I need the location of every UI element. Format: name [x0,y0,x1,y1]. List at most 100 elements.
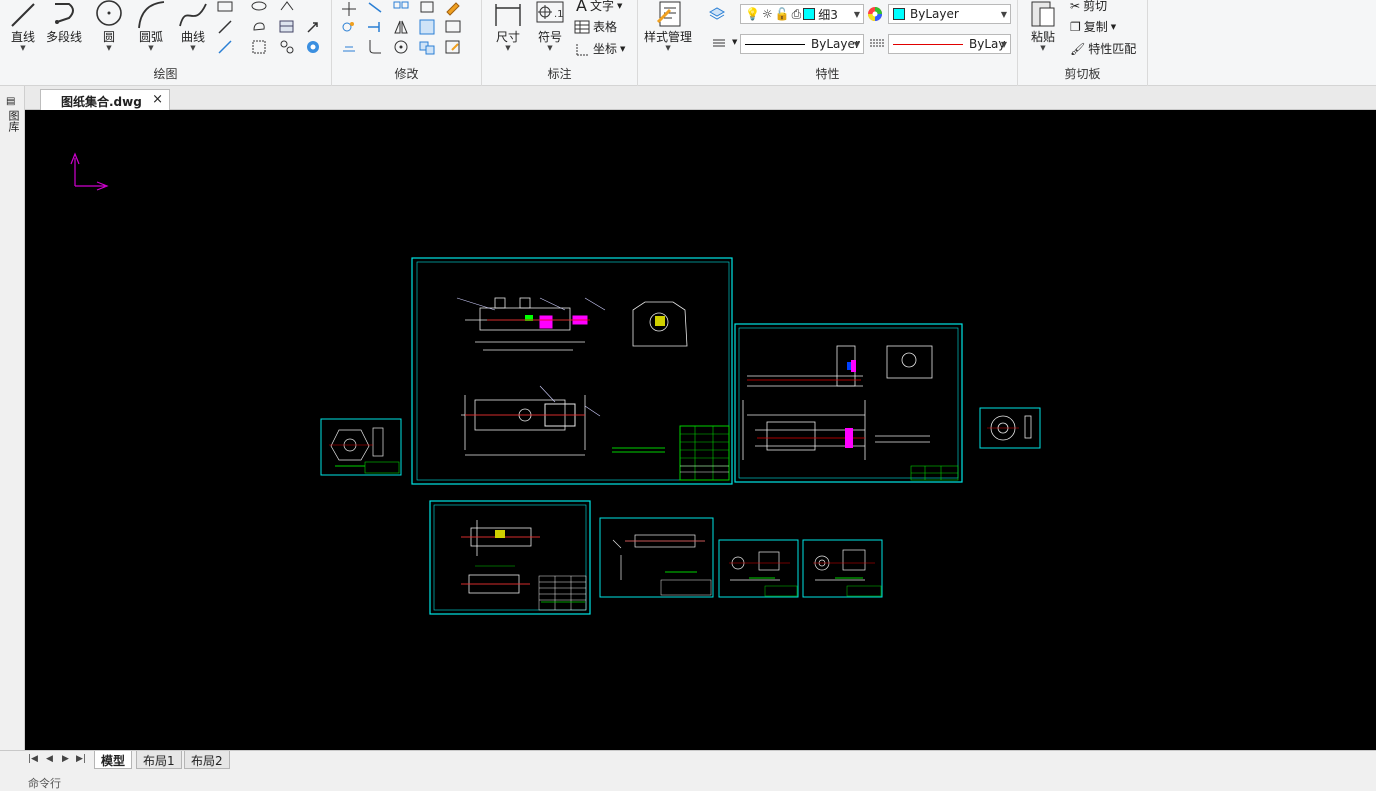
lineweight-sample [893,43,963,45]
coordinate-button[interactable]: 坐标 ▼ [574,40,625,57]
drawing-sheet-cap[interactable] [979,407,1041,449]
chevron-down-icon: ▼ [20,44,26,52]
edit-pencil-icon[interactable] [444,0,462,18]
rotate-icon[interactable] [392,38,410,56]
dimension-label: 尺寸 [495,30,520,44]
status-area: |◀ ◀ ▶ ▶| 模型 布局1 布局2 命令行 [0,750,1376,790]
match-properties-button[interactable]: 🖌 特性匹配 [1070,40,1136,57]
library-label[interactable]: 图库 [5,110,20,132]
array-icon[interactable] [392,0,410,18]
move-icon[interactable] [340,0,358,18]
circle-label: 圆 [102,30,115,44]
polyline-button[interactable]: 多段线 [46,0,82,44]
fillet-icon[interactable] [366,38,384,56]
first-tab-icon[interactable]: |◀ [28,754,38,764]
tab-layout1[interactable]: 布局1 [136,751,182,769]
tab-layout2[interactable]: 布局2 [184,751,230,769]
ellipse-icon[interactable] [250,0,268,18]
drawing-sheet-housing[interactable] [718,539,799,598]
symbol-button[interactable]: .1 符号 ▼ [534,0,566,52]
offset-icon[interactable] [340,38,358,56]
dimension-button[interactable]: 尺寸 ▼ [492,0,524,52]
linetype-select[interactable]: ByLayer ▼ [740,34,864,54]
chevron-down-icon: ▼ [547,44,553,52]
group-properties-title: 特性 [815,67,840,81]
rectangle-icon[interactable] [216,0,234,18]
tab-model[interactable]: 模型 [94,751,133,769]
arc-button[interactable]: 圆弧 ▼ [136,0,166,52]
tab-model-label: 模型 [101,754,126,768]
paste-label: 粘贴 [1030,30,1055,44]
parts-list-table [538,575,587,611]
line-button[interactable]: 直线 ▼ [8,0,38,52]
clipboard-icon [1031,1,1055,27]
revision-cloud-icon[interactable] [250,18,268,36]
explode-icon[interactable] [418,38,436,56]
cut-label: 剪切 [1083,0,1108,13]
linetype-icon[interactable] [710,34,728,52]
arrow-icon[interactable] [304,18,322,36]
color-value: ByLayer [910,7,959,21]
group-annotate-title: 标注 [547,67,572,81]
lightbulb-icon: 💡 [745,7,760,21]
table-button[interactable]: 表格 [574,18,617,35]
scale-icon[interactable] [418,0,436,18]
title-block [679,425,730,481]
drawing-sheet-bearing[interactable] [802,539,883,598]
paste-button[interactable]: 粘贴 ▼ [1028,0,1058,52]
drawing-sheet-main[interactable] [411,257,733,485]
curve-label: 曲线 [180,30,205,44]
tab-layout2-label: 布局2 [191,754,223,768]
close-icon[interactable]: × [152,92,163,107]
scissors-icon: ✂ [1070,0,1081,13]
hatch-icon[interactable] [278,18,296,36]
circle-button[interactable]: 圆 ▼ [94,0,124,52]
drawing-sheets [70,152,1041,615]
ray-icon[interactable] [216,38,234,56]
layer-manager-icon[interactable] [708,4,726,22]
drawing-sheet-base[interactable] [734,323,963,483]
document-tab-bar: 图纸集合.dwg × [0,86,1376,110]
trim-icon[interactable] [366,0,384,18]
style-manager-button[interactable]: 样式管理 ▼ [644,0,692,52]
region-icon[interactable] [278,38,296,56]
lineweight-icon[interactable] [868,34,886,52]
cut-button[interactable]: ✂ 剪切 [1070,0,1107,14]
text-button[interactable]: A 文字 ▼ [576,0,622,15]
chevron-down-icon: ▼ [665,44,671,52]
color-wheel-icon[interactable] [866,5,884,23]
lineweight-select[interactable]: ByLay ▼ [888,34,1011,54]
next-tab-icon[interactable]: ▶ [62,754,69,764]
copy-button[interactable]: ❐ 复制 ▼ [1070,18,1116,35]
extend-icon[interactable] [366,18,384,36]
donut-icon[interactable] [304,38,322,56]
drawing-sheet-cylinder[interactable] [429,500,591,615]
command-line-label[interactable]: 命令行 [28,775,61,791]
polygon-icon[interactable] [278,0,296,18]
layer-select[interactable]: 💡 ☼ 🔓 ⎙ 细3 ▼ [740,4,864,24]
library-icon[interactable]: ▤ [6,96,15,107]
copy-icon: ❐ [1070,19,1081,34]
group-modify: 修改 [332,0,482,86]
chevron-down-icon: ▼ [1110,22,1117,31]
drawing-canvas[interactable] [25,110,1376,750]
mirror-icon[interactable] [392,18,410,36]
prev-tab-icon[interactable]: ◀ [46,754,53,764]
drawing-sheet-shaft[interactable] [599,517,714,598]
properties-edit-icon[interactable] [444,38,462,56]
group-draw-title: 绘图 [153,67,178,81]
copy-object-icon[interactable] [340,18,358,36]
last-tab-icon[interactable]: ▶| [76,754,86,764]
drawing-sheet-flange[interactable] [320,418,402,476]
stretch-icon[interactable] [418,18,436,36]
erase-icon[interactable] [444,18,462,36]
curve-button[interactable]: 曲线 ▼ [178,0,208,52]
color-select[interactable]: ByLayer ▼ [888,4,1011,24]
chevron-down-icon: ▼ [853,40,860,49]
document-tab[interactable]: 图纸集合.dwg × [40,89,170,110]
layer-color-swatch [803,8,816,20]
construction-line-icon[interactable] [216,18,234,36]
block-icon[interactable] [250,38,268,56]
layer-name: 细3 [818,7,838,22]
linetype-value: ByLayer [811,37,860,51]
